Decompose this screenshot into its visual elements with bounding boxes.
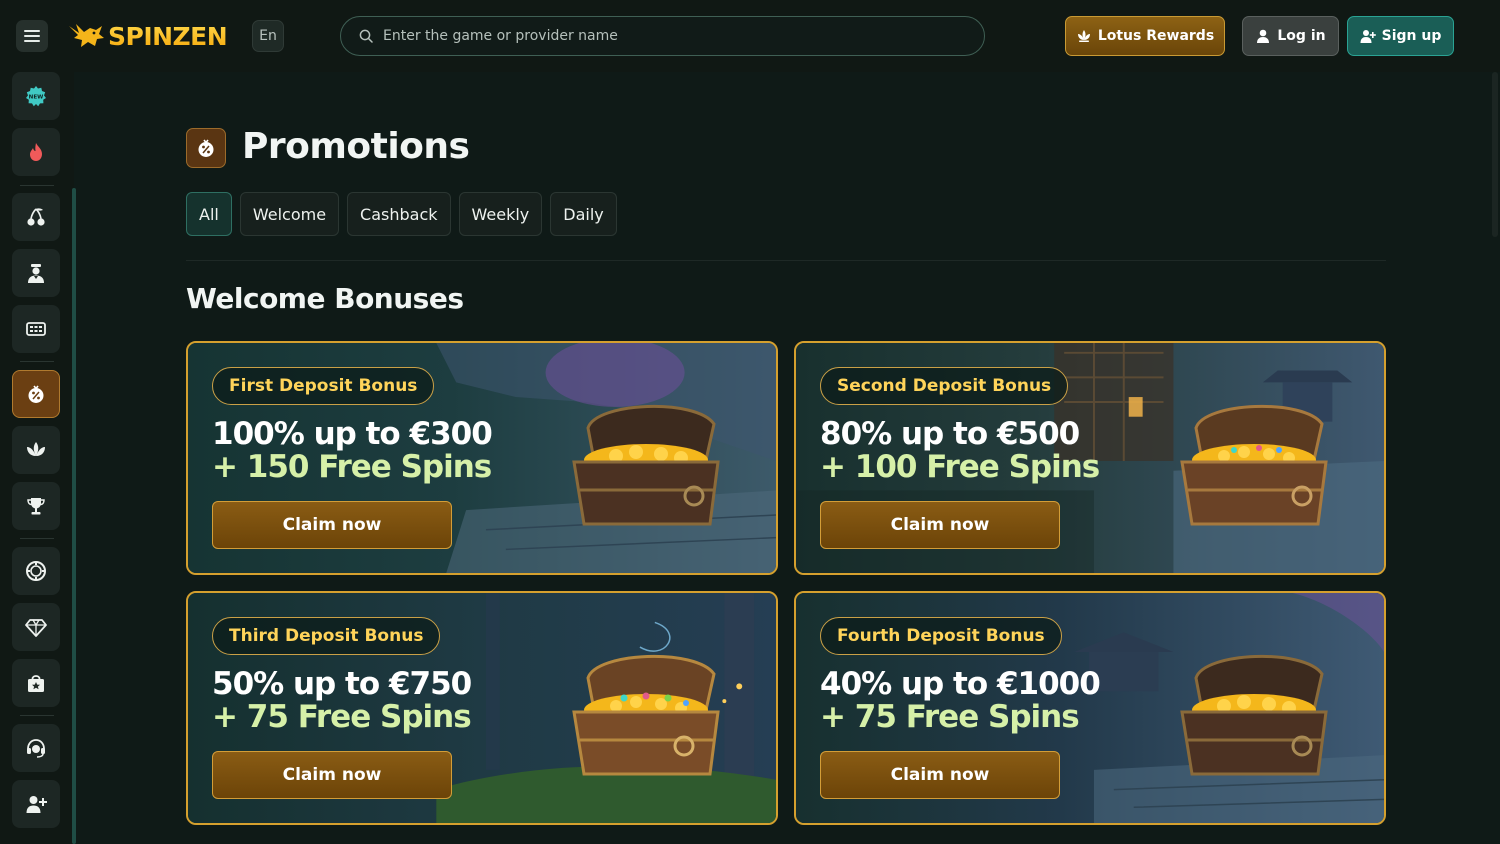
treasure-chest-image — [572, 654, 720, 776]
support-icon — [27, 739, 45, 758]
new-badge-icon: NEW — [26, 86, 46, 107]
sidebar-divider — [20, 361, 54, 362]
treasure-chest-image — [572, 404, 720, 526]
sidebar-item-tournaments[interactable] — [12, 482, 60, 530]
bonus-badge: First Deposit Bonus — [212, 367, 435, 405]
fox-logo-icon — [69, 24, 104, 47]
bonus-match-text: 40% up to €1000 — [820, 666, 1101, 702]
claim-now-button[interactable]: Claim now — [820, 501, 1060, 549]
tab-daily[interactable]: Daily — [550, 192, 617, 236]
spinzen-logo[interactable]: SPINZEN — [66, 20, 228, 52]
user-icon — [1257, 29, 1270, 43]
bonus-match-text: 100% up to €300 — [212, 416, 493, 452]
diamond-icon — [25, 619, 47, 637]
sidebar-item-table-games[interactable] — [12, 305, 60, 353]
hamburger-icon — [24, 30, 40, 42]
page-title: Promotions — [242, 126, 470, 167]
login-label: Log in — [1277, 28, 1326, 44]
sidebar-item-shop[interactable] — [12, 659, 60, 707]
bonus-free-spins-text: + 100 Free Spins — [820, 449, 1100, 485]
claim-now-button[interactable]: Claim now — [212, 501, 452, 549]
trophy-icon — [27, 498, 45, 515]
bonus-headline: 50% up to €750 + 75 Free Spins — [212, 666, 472, 735]
treasure-chest-image — [1180, 404, 1328, 526]
cherries-icon — [27, 208, 45, 226]
tab-all[interactable]: All — [186, 192, 232, 236]
lotus-rewards-label: Lotus Rewards — [1097, 28, 1215, 44]
sidebar-item-casino-chip[interactable] — [12, 547, 60, 595]
top-header: SPINZEN En Lotus Rewards Log in — [0, 0, 1500, 72]
sidebar-item-promotions[interactable] — [12, 370, 60, 418]
bonus-card-second-deposit[interactable]: Second Deposit Bonus 80% up to €500 + 10… — [794, 341, 1386, 575]
shop-bag-icon — [28, 675, 44, 692]
bonus-headline: 100% up to €300 + 150 Free Spins — [212, 416, 493, 485]
promotions-page-icon — [186, 128, 226, 168]
promotions-icon — [198, 139, 214, 157]
bonus-card-fourth-deposit[interactable]: Fourth Deposit Bonus 40% up to €1000 + 7… — [794, 591, 1386, 825]
sidebar-item-register[interactable] — [12, 780, 60, 828]
sidebar-item-support[interactable] — [12, 724, 60, 772]
lotus-rewards-button[interactable]: Lotus Rewards — [1065, 16, 1225, 56]
sidebar-item-hot[interactable] — [12, 128, 60, 176]
sidebar-item-live-casino[interactable] — [12, 249, 60, 297]
language-selector[interactable]: En — [252, 20, 284, 52]
sidebar-divider — [20, 185, 54, 186]
dealer-icon — [28, 264, 44, 283]
signup-label: Sign up — [1381, 28, 1442, 44]
bonus-free-spins-text: + 75 Free Spins — [820, 699, 1080, 735]
login-button[interactable]: Log in — [1242, 16, 1339, 56]
new-badge-text: NEW — [29, 95, 44, 101]
search-input[interactable] — [383, 28, 943, 44]
logo-text: SPINZEN — [108, 21, 228, 51]
bonus-badge: Fourth Deposit Bonus — [820, 617, 1062, 655]
promotion-filter-tabs: All Welcome Cashback Weekly Daily — [186, 192, 617, 236]
section-title: Welcome Bonuses — [186, 282, 464, 315]
sidebar-item-new[interactable]: NEW — [12, 72, 60, 120]
left-sidebar: NEW — [0, 72, 74, 844]
sidebar-item-vip[interactable] — [12, 603, 60, 651]
signup-button[interactable]: Sign up — [1347, 16, 1454, 56]
bonus-free-spins-text: + 150 Free Spins — [212, 449, 492, 485]
sidebar-item-slots[interactable] — [12, 193, 60, 241]
sidebar-item-lotus-rewards[interactable] — [12, 426, 60, 474]
bonus-headline: 80% up to €500 + 100 Free Spins — [820, 416, 1100, 485]
sidebar-divider — [20, 538, 54, 539]
add-user-icon — [26, 796, 47, 813]
main-scrollbar[interactable] — [1492, 72, 1498, 237]
sidebar-scrollbar[interactable] — [72, 188, 76, 844]
search-bar[interactable] — [340, 16, 985, 56]
sidebar-divider — [20, 715, 54, 716]
add-user-icon — [1360, 30, 1376, 43]
lotus-icon — [1077, 30, 1090, 42]
tab-cashback[interactable]: Cashback — [347, 192, 451, 236]
flame-icon — [30, 143, 42, 161]
lotus-icon — [27, 442, 45, 456]
bonus-match-text: 80% up to €500 — [820, 416, 1080, 452]
tab-weekly[interactable]: Weekly — [458, 192, 543, 236]
claim-now-button[interactable]: Claim now — [820, 751, 1060, 799]
bonus-card-first-deposit[interactable]: First Deposit Bonus 100% up to €300 + 15… — [186, 341, 778, 575]
bonus-card-third-deposit[interactable]: Third Deposit Bonus 50% up to €750 + 75 … — [186, 591, 778, 825]
chip-icon — [26, 561, 46, 581]
bonus-badge: Third Deposit Bonus — [212, 617, 441, 655]
claim-now-button[interactable]: Claim now — [212, 751, 452, 799]
slot-machine-icon — [26, 322, 46, 336]
bonus-free-spins-text: + 75 Free Spins — [212, 699, 472, 735]
treasure-chest-image — [1180, 654, 1328, 776]
bonus-badge: Second Deposit Bonus — [820, 367, 1069, 405]
tab-welcome[interactable]: Welcome — [239, 192, 340, 236]
hamburger-menu-button[interactable] — [16, 20, 48, 52]
bonus-match-text: 50% up to €750 — [212, 666, 472, 702]
promotions-icon — [28, 385, 44, 403]
search-icon — [359, 29, 373, 43]
section-divider — [186, 260, 1386, 261]
bonus-headline: 40% up to €1000 + 75 Free Spins — [820, 666, 1101, 735]
